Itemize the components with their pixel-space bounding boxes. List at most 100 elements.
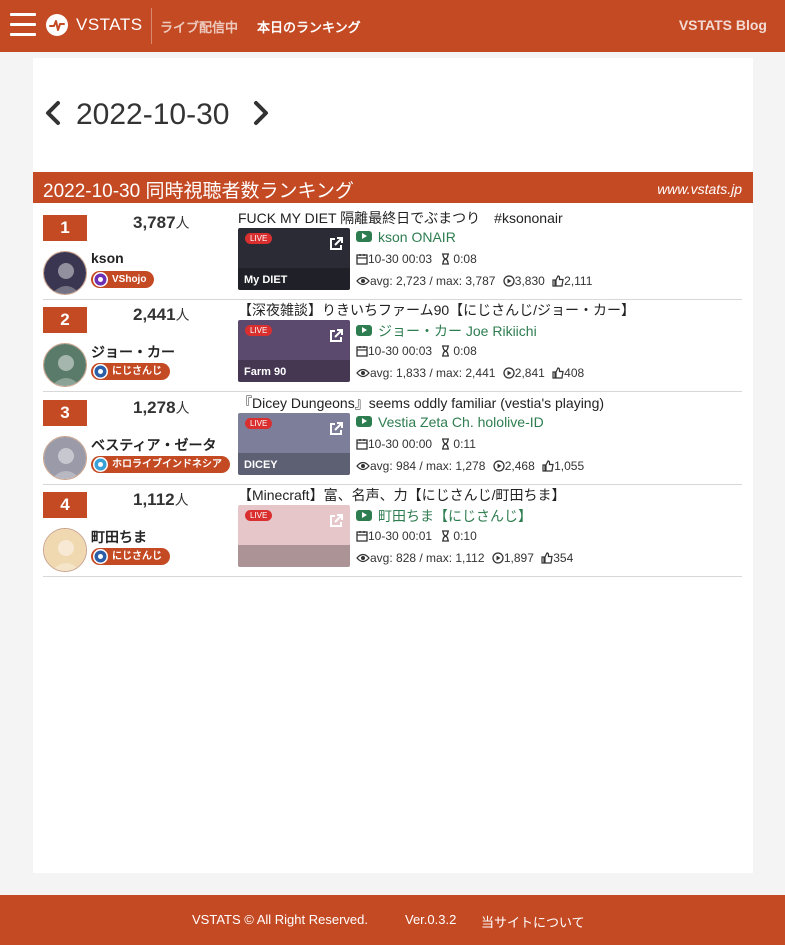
hourglass-icon	[441, 345, 450, 360]
avatar[interactable]	[43, 251, 87, 295]
view-count: 3,830	[514, 274, 545, 288]
stream-title[interactable]: 『Dicey Dungeons』seems oddly familiar (ve…	[238, 393, 604, 413]
nav-link-blog[interactable]: VSTATS Blog	[679, 17, 767, 33]
view-count: 2,841	[514, 366, 545, 381]
hamburger-menu-icon[interactable]	[10, 12, 36, 38]
thumbnail-text: DICEY	[244, 458, 278, 471]
channel-name: kson ONAIR	[378, 229, 456, 245]
start-time: 10-30 00:03	[368, 252, 433, 266]
thumbs-up-icon	[552, 367, 564, 382]
ranking-row: 3 1,278人 ベスティア・ゼータ ホロライブインドネシア 『Dicey Du…	[43, 393, 742, 485]
footer: VSTATS © All Right Reserved. Ver.0.3.2 当…	[0, 895, 785, 945]
ranking-row: 1 3,787人 kson VShojo FUCK MY DIET 隔離最終日で…	[43, 208, 742, 300]
channel-link[interactable]: 町田ちま【にじさんじ】	[356, 506, 532, 526]
external-link-icon[interactable]	[328, 421, 344, 437]
viewer-count: 1,112人	[133, 489, 189, 509]
rank-badge: 2	[43, 307, 87, 334]
stream-thumbnail[interactable]: LIVE DICEY	[238, 412, 350, 475]
avatar[interactable]	[43, 527, 87, 572]
vtuber-name[interactable]: 町田ちま	[91, 527, 147, 547]
youtube-icon	[356, 325, 372, 337]
like-count: 2,111	[564, 274, 593, 288]
stream-stats: avg: 2,723 / max: 3,787 3,830 2,111	[356, 274, 592, 290]
thumbs-up-icon	[542, 459, 554, 475]
stream-stats: avg: 1,833 / max: 2,441 2,841 408	[356, 366, 584, 382]
footer-version: Ver.0.3.2	[405, 912, 457, 927]
ranking-row: 4 1,112人 町田ちま にじさんじ 【Minecraft】富、名声、力【にじ…	[43, 485, 742, 577]
calendar-icon	[356, 438, 368, 453]
avg-max-viewers: avg: 828 / max: 1,112	[370, 550, 485, 565]
stream-thumbnail[interactable]: LIVE Farm 90	[238, 320, 350, 383]
avg-max-viewers: avg: 984 / max: 1,278	[370, 458, 486, 473]
group-logo-icon	[93, 272, 108, 287]
vtuber-name[interactable]: ジョー・カー	[91, 342, 175, 362]
vtuber-name[interactable]: kson	[91, 250, 124, 266]
nav-link-ranking[interactable]: 本日のランキング	[257, 17, 361, 36]
group-badge[interactable]: にじさんじ	[91, 363, 170, 381]
hourglass-icon	[441, 253, 450, 268]
group-badge[interactable]: にじさんじ	[91, 547, 170, 565]
viewer-unit: 人	[175, 399, 190, 416]
footer-about-link[interactable]: 当サイトについて	[481, 912, 585, 931]
play-circle-icon	[493, 459, 505, 475]
channel-name: ジョー・カー Joe Rikiichi	[378, 323, 537, 340]
viewer-count: 1,278人	[133, 397, 190, 417]
start-time: 10-30 00:00	[368, 436, 433, 451]
play-circle-icon	[503, 367, 515, 382]
avatar[interactable]	[43, 435, 87, 480]
group-label: ホロライブインドネシア	[112, 458, 222, 470]
viewer-count: 2,441人	[133, 305, 190, 325]
viewer-unit: 人	[175, 215, 190, 231]
group-logo-icon	[93, 364, 108, 380]
rank-badge: 1	[43, 215, 87, 241]
ranking-title-bar: 2022-10-30 同時視聴者数ランキング www.vstats.jp	[33, 172, 753, 203]
main-content: 2022-10-30 2022-10-30 同時視聴者数ランキング www.vs…	[33, 58, 753, 873]
group-badge[interactable]: VShojo	[91, 271, 155, 288]
external-link-icon[interactable]	[328, 513, 344, 529]
duration: 0:08	[453, 252, 477, 266]
live-tag: LIVE	[245, 509, 273, 521]
group-label: にじさんじ	[112, 366, 162, 378]
site-url: www.vstats.jp	[657, 181, 742, 197]
eye-icon	[356, 460, 370, 475]
youtube-icon	[356, 231, 372, 242]
stream-title[interactable]: 【深夜雑談】りきいちファーム90【にじさんじ/ジョー・カー】	[238, 300, 635, 320]
external-link-icon[interactable]	[328, 328, 344, 344]
avatar[interactable]	[43, 343, 87, 388]
stream-thumbnail[interactable]: LIVE	[238, 504, 350, 567]
viewer-unit: 人	[175, 307, 190, 324]
external-link-icon[interactable]	[328, 236, 344, 252]
channel-link[interactable]: ジョー・カー Joe Rikiichi	[356, 321, 537, 341]
brand-name[interactable]: VSTATS	[76, 15, 143, 35]
channel-link[interactable]: kson ONAIR	[356, 229, 456, 245]
nav-link-live[interactable]: ライブ配信中	[160, 17, 238, 36]
group-label: VShojo	[112, 274, 147, 285]
duration: 0:11	[453, 436, 476, 451]
stream-time: 10-30 00:01 0:10	[356, 529, 477, 545]
stream-title[interactable]: FUCK MY DIET 隔離最終日でぶまつり #ksononair	[238, 208, 563, 228]
group-badge[interactable]: ホロライブインドネシア	[91, 455, 230, 473]
live-tag: LIVE	[245, 417, 273, 429]
channel-link[interactable]: Vestia Zeta Ch. hololive-ID	[356, 414, 544, 430]
avg-max-viewers: avg: 2,723 / max: 3,787	[370, 274, 496, 288]
like-count: 1,055	[554, 458, 585, 473]
hourglass-icon	[441, 530, 450, 545]
thumbnail-text: My DIET	[244, 274, 288, 286]
thumbs-up-icon	[541, 552, 553, 567]
rank-badge: 3	[43, 399, 87, 426]
chevron-right-icon[interactable]	[251, 96, 271, 132]
stream-thumbnail[interactable]: LIVE My DIET	[238, 228, 350, 290]
pulse-logo-icon[interactable]	[46, 14, 68, 36]
chevron-left-icon[interactable]	[43, 96, 63, 132]
vtuber-name[interactable]: ベスティア・ゼータ	[91, 435, 216, 455]
stream-title[interactable]: 【Minecraft】富、名声、力【にじさんじ/町田ちま】	[238, 485, 565, 505]
like-count: 354	[553, 550, 574, 565]
current-date: 2022-10-30	[76, 98, 230, 131]
duration: 0:10	[453, 528, 477, 543]
view-count: 1,897	[503, 550, 534, 565]
play-circle-icon	[492, 552, 504, 567]
start-time: 10-30 00:03	[368, 344, 433, 359]
ranking-row: 2 2,441人 ジョー・カー にじさんじ 【深夜雑談】りきいちファーム90【に…	[43, 300, 742, 393]
group-logo-icon	[93, 548, 108, 564]
thumbs-up-icon	[552, 275, 564, 290]
